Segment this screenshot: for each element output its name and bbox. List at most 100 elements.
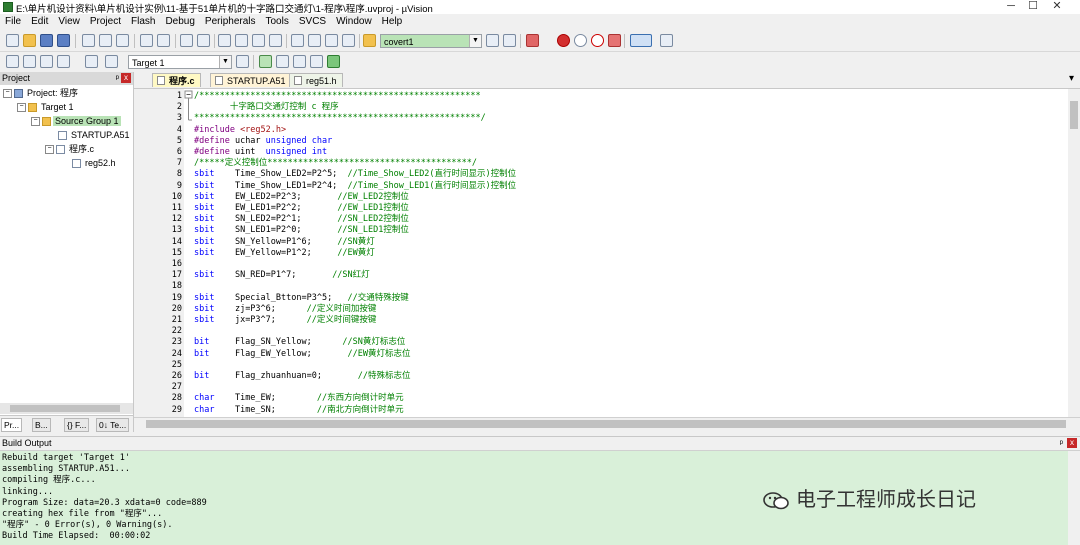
code-line[interactable]: sbit SN_LED1=P2^0; //SN_LED1控制位	[194, 225, 409, 236]
find-in-files-icon[interactable]	[363, 34, 376, 47]
tab-main-c[interactable]: 程序.c	[152, 73, 201, 87]
tree-node-startup-file[interactable]: STARTUP.A51	[58, 129, 132, 141]
bookmark-icon[interactable]	[218, 34, 231, 47]
menu-view[interactable]: View	[53, 14, 85, 30]
target-select[interactable]: Target 1 ▼	[128, 55, 232, 69]
chevron-down-icon[interactable]: ▼	[219, 56, 231, 68]
pin-icon[interactable]: ᵖ	[116, 72, 119, 85]
code-line[interactable]: sbit Special_Btton=P3^5; //交通特殊按键	[194, 293, 409, 304]
project-hscrollbar[interactable]	[0, 403, 133, 414]
clear-breakpoints-icon[interactable]	[608, 34, 621, 47]
batch-build-icon[interactable]	[57, 55, 70, 68]
menu-project[interactable]: Project	[85, 14, 126, 30]
scroll-thumb[interactable]	[10, 405, 120, 412]
tab-list-dropdown-icon[interactable]: ▾	[1069, 73, 1074, 84]
next-bookmark-icon[interactable]	[252, 34, 265, 47]
comment-icon[interactable]	[325, 34, 338, 47]
redo-icon[interactable]	[157, 34, 170, 47]
code-text-area[interactable]: /***************************************…	[194, 89, 1064, 417]
breakpoint-icon[interactable]	[557, 34, 570, 47]
find-icon[interactable]	[486, 34, 499, 47]
code-line[interactable]: sbit EW_LED2=P2^3; //EW_LED2控制位	[194, 192, 409, 203]
code-line[interactable]: sbit EW_LED1=P2^2; //EW_LED1控制位	[194, 203, 409, 214]
editor-vscrollbar[interactable]	[1068, 89, 1080, 417]
select-packs-icon[interactable]	[293, 55, 306, 68]
tab-templates[interactable]: 0↓ Te...	[96, 418, 130, 432]
unindent-icon[interactable]	[308, 34, 321, 47]
code-line[interactable]: char Time_EW; //东西方向倒计时单元	[194, 393, 404, 404]
find-combo[interactable]: covert1 ▼	[380, 34, 482, 48]
target-options-icon[interactable]	[236, 55, 249, 68]
menu-edit[interactable]: Edit	[26, 14, 53, 30]
code-line[interactable]: sbit SN_LED2=P2^1; //SN_LED2控制位	[194, 214, 409, 225]
code-line[interactable]: sbit SN_Yellow=P1^6; //SN黄灯	[194, 237, 375, 248]
rebuild-icon[interactable]	[40, 55, 53, 68]
tab-startup-a51[interactable]: STARTUP.A51	[210, 73, 292, 87]
scroll-thumb[interactable]	[1070, 101, 1078, 129]
code-line[interactable]: /*****定义控制位*****************************…	[194, 158, 477, 169]
code-line[interactable]: /***************************************…	[194, 91, 481, 102]
code-line[interactable]: bit Flag_EW_Yellow; //EW黄灯标志位	[194, 349, 411, 360]
code-line[interactable]: #include <reg52.h>	[194, 125, 286, 136]
copy-icon[interactable]	[99, 34, 112, 47]
incremental-find-icon[interactable]	[503, 34, 516, 47]
chevron-down-icon[interactable]: ▼	[469, 35, 481, 47]
menu-window[interactable]: Window	[331, 14, 377, 30]
tab-reg51-h[interactable]: reg51.h	[289, 73, 343, 87]
open-file-icon[interactable]	[23, 34, 36, 47]
tab-books[interactable]: B...	[32, 418, 51, 432]
code-line[interactable]: sbit Time_Show_LED2=P2^5; //Time_Show_LE…	[194, 169, 516, 180]
tab-project[interactable]: Pr...	[1, 418, 23, 432]
save-icon[interactable]	[40, 34, 53, 47]
build-icon[interactable]	[23, 55, 36, 68]
menu-help[interactable]: Help	[377, 14, 408, 30]
code-line[interactable]: ****************************************…	[194, 113, 486, 124]
menu-tools[interactable]: Tools	[261, 14, 294, 30]
indent-icon[interactable]	[291, 34, 304, 47]
multi-project-icon[interactable]	[310, 55, 323, 68]
code-line[interactable]: char Time_SN; //南北方向倒计时单元	[194, 405, 404, 416]
code-line[interactable]: sbit Time_Show_LED1=P2^4; //Time_Show_LE…	[194, 181, 516, 192]
prev-bookmark-icon[interactable]	[235, 34, 248, 47]
window-layout-icon[interactable]	[630, 34, 652, 47]
paste-icon[interactable]	[116, 34, 129, 47]
close-window-button[interactable]: ✕	[1034, 0, 1080, 14]
code-line[interactable]: sbit EW_Yellow=P1^2; //EW黄灯	[194, 248, 375, 259]
download-icon[interactable]	[85, 55, 98, 68]
configure-icon[interactable]	[660, 34, 673, 47]
disable-breakpoint-icon[interactable]	[574, 34, 587, 47]
manage-components-icon[interactable]	[259, 55, 272, 68]
close-icon[interactable]: x	[121, 73, 131, 83]
editor-hscrollbar[interactable]	[134, 417, 1080, 430]
undo-icon[interactable]	[140, 34, 153, 47]
stop-build-icon[interactable]	[105, 55, 118, 68]
menu-svcs[interactable]: SVCS	[294, 14, 331, 30]
collapse-icon[interactable]: −	[17, 103, 26, 113]
uncomment-icon[interactable]	[342, 34, 355, 47]
close-icon[interactable]: x	[1067, 438, 1077, 448]
collapse-icon[interactable]: −	[3, 89, 12, 99]
new-file-icon[interactable]	[6, 34, 19, 47]
code-line[interactable]: #define uchar unsigned char	[194, 136, 332, 147]
code-line[interactable]: sbit jx=P3^7; //定义时间键按键	[194, 315, 376, 326]
kill-breakpoints-icon[interactable]	[591, 34, 604, 47]
save-all-icon[interactable]	[57, 34, 70, 47]
translate-icon[interactable]	[6, 55, 19, 68]
menu-file[interactable]: File	[0, 14, 26, 30]
tree-node-header-file[interactable]: reg52.h	[72, 157, 118, 169]
menu-peripherals[interactable]: Peripherals	[200, 14, 261, 30]
manage-project-items-icon[interactable]	[276, 55, 289, 68]
code-line[interactable]: #define uint unsigned int	[194, 147, 327, 158]
code-line[interactable]: 十字路口交通灯控制 c 程序	[194, 102, 339, 113]
tree-node-target[interactable]: − Target 1	[17, 101, 76, 113]
code-line[interactable]: sbit SN_RED=P1^7; //SN红灯	[194, 270, 370, 281]
debug-session-icon[interactable]	[526, 34, 539, 47]
build-vscrollbar[interactable]	[1068, 451, 1080, 545]
code-line[interactable]: bit Flag_zhuanhuan=0; //特殊标志位	[194, 371, 411, 382]
clear-bookmarks-icon[interactable]	[269, 34, 282, 47]
menu-flash[interactable]: Flash	[126, 14, 160, 30]
tab-functions[interactable]: {} F...	[64, 418, 90, 432]
collapse-icon[interactable]: −	[45, 145, 54, 155]
pin-icon[interactable]: ᵖ	[1060, 437, 1063, 450]
scroll-thumb[interactable]	[146, 420, 1066, 428]
